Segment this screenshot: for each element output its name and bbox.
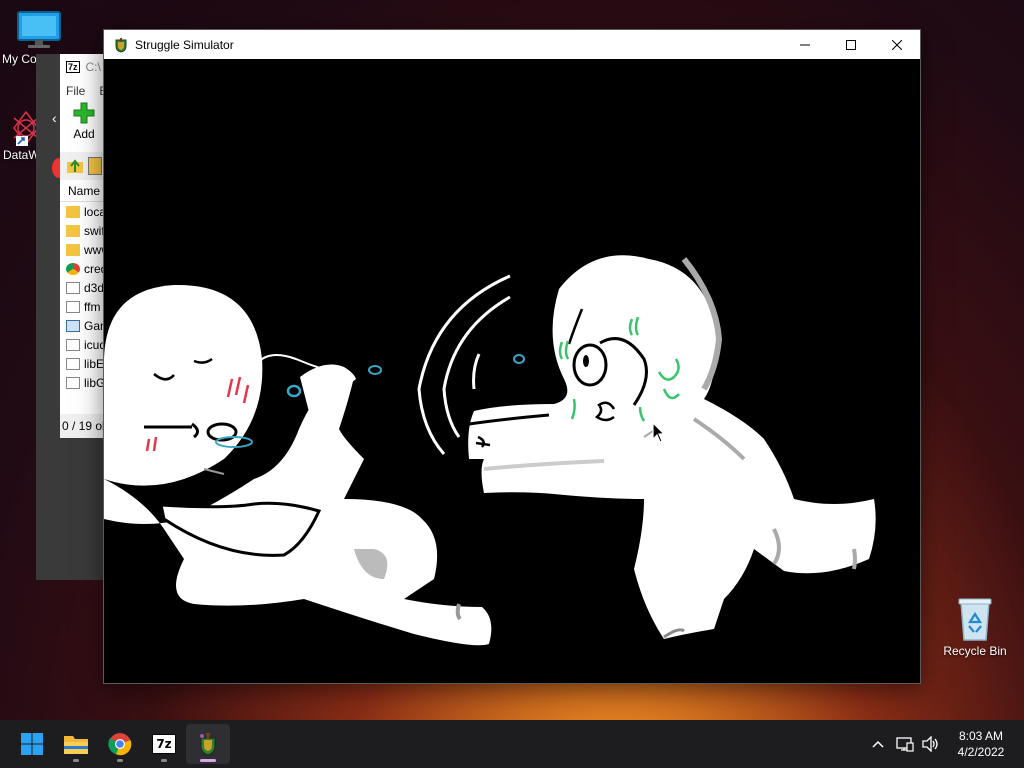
clock-time: 8:03 AM — [958, 729, 1004, 743]
game-title-bar[interactable]: Struggle Simulator — [104, 30, 920, 59]
taskbar-7zip[interactable]: 7z — [142, 724, 186, 764]
add-button[interactable]: Add — [68, 102, 100, 141]
taskbar-struggle-simulator[interactable] — [186, 724, 230, 764]
chrome-icon — [108, 733, 132, 756]
7zip-icon: 7z — [66, 61, 80, 73]
close-button[interactable] — [874, 30, 920, 59]
desktop-icon-recycle-bin[interactable]: Recycle Bin — [938, 596, 1012, 658]
system-tray: 8:03 AM 4/2/2022 — [864, 720, 1024, 768]
chrome-file-icon — [66, 262, 80, 275]
struggle-simulator-icon — [115, 37, 127, 53]
chevron-up-icon — [872, 740, 884, 748]
taskbar: 7z 8:03 AM 4/2/2022 — [0, 720, 1024, 768]
menu-file[interactable]: File — [66, 84, 85, 98]
show-hidden-icons-button[interactable] — [864, 724, 892, 764]
network-icon — [896, 737, 914, 752]
start-button[interactable] — [10, 724, 54, 764]
close-icon — [892, 39, 902, 50]
exe-file-icon — [66, 319, 80, 332]
folder-view-icon[interactable] — [88, 157, 102, 175]
taskbar-chrome[interactable] — [98, 724, 142, 764]
folder-icon — [66, 224, 80, 237]
left-character — [104, 284, 492, 646]
monitor-icon — [17, 11, 61, 48]
mouse-cursor-icon — [652, 422, 666, 443]
add-label: Add — [73, 127, 95, 141]
recycle-bin-icon — [958, 598, 992, 641]
7zip-icon: 7z — [152, 734, 176, 754]
folder-icon — [66, 205, 80, 218]
maximize-button[interactable] — [828, 30, 874, 59]
desktop-icon-label: Recycle Bin — [943, 644, 1007, 658]
game-canvas[interactable] — [104, 59, 920, 683]
maximize-icon — [846, 39, 856, 50]
minimize-icon — [800, 44, 810, 45]
speaker-icon — [922, 736, 938, 752]
game-window[interactable]: Struggle Simulator — [103, 29, 921, 684]
dll-file-icon — [66, 357, 80, 370]
desktop-icon-label: DataW — [3, 148, 40, 162]
plus-icon — [73, 102, 95, 124]
window-title: Struggle Simulator — [135, 37, 234, 52]
dll-file-icon — [66, 376, 80, 389]
minimize-button[interactable] — [782, 30, 828, 59]
running-indicator — [73, 759, 79, 762]
file-explorer-icon — [64, 736, 88, 754]
zip-title: C:\ — [85, 60, 101, 74]
volume-button[interactable] — [918, 724, 944, 764]
network-button[interactable] — [892, 724, 918, 764]
right-character — [468, 255, 876, 639]
struggle-simulator-icon — [200, 733, 216, 756]
taskbar-file-explorer[interactable] — [54, 724, 98, 764]
start-icon — [21, 733, 43, 755]
clock-button[interactable]: 8:03 AM 4/2/2022 — [944, 728, 1018, 760]
up-folder-icon[interactable] — [66, 157, 84, 175]
dll-file-icon — [66, 300, 80, 313]
running-indicator — [161, 759, 167, 762]
clock-date: 4/2/2022 — [957, 745, 1005, 759]
struggle-illustration — [104, 255, 876, 646]
file-icon — [66, 338, 80, 351]
desktop-icon-datawrapper[interactable]: DataW — [0, 110, 40, 162]
folder-icon — [66, 243, 80, 256]
running-indicator — [117, 759, 123, 762]
running-indicator — [200, 759, 216, 762]
dll-file-icon — [66, 281, 80, 294]
